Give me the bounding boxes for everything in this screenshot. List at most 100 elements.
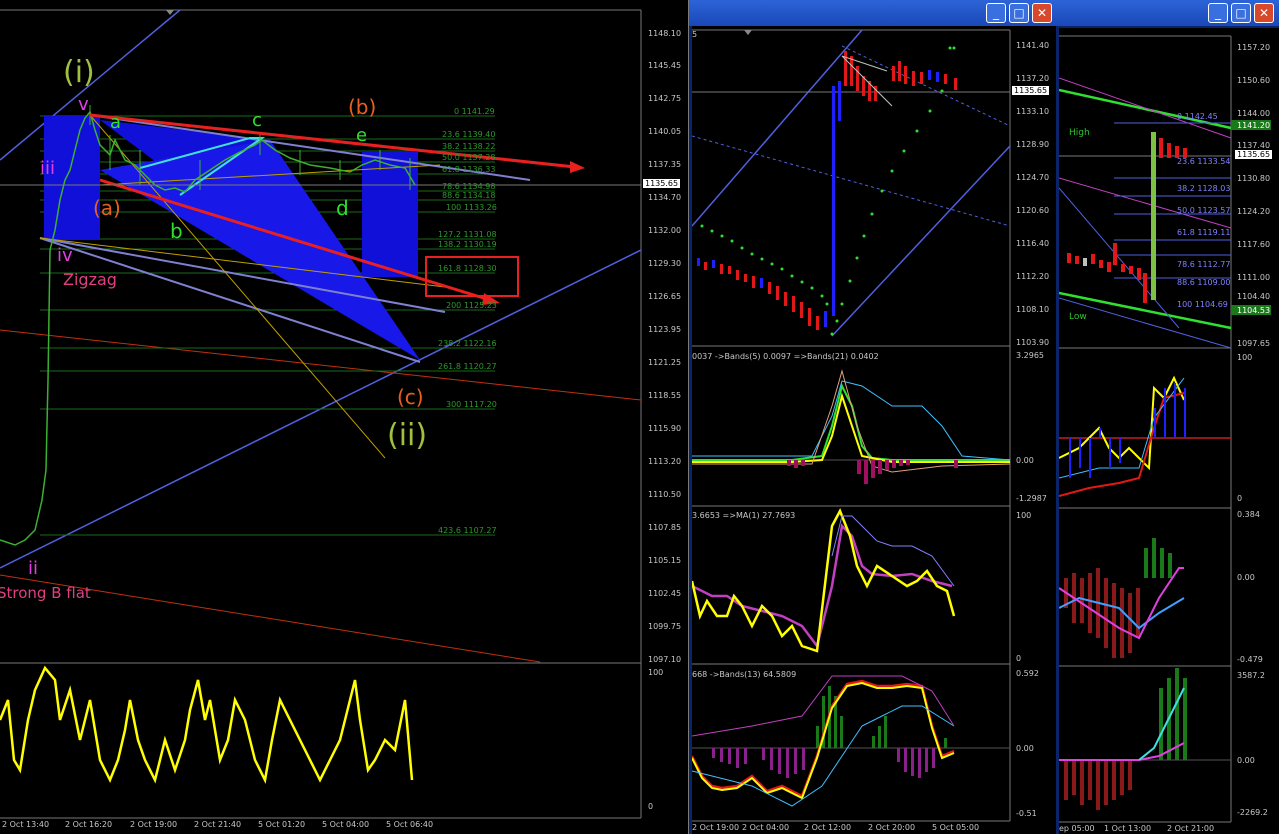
wave-label-b: b (170, 219, 183, 243)
main-price-tick: 1121.25 (648, 358, 682, 367)
right-price-tick: 1117.60 (1237, 240, 1271, 249)
main-price-tick: 1148.10 (648, 29, 682, 38)
middle-price-tick: 1116.40 (1016, 239, 1050, 248)
right-sub3-tick: 0.00 (1237, 756, 1255, 765)
right-fib-label: 78.6 1112.77 (1177, 260, 1231, 269)
main-chart-canvas[interactable] (0, 0, 688, 834)
fib-label: 78.6 1134.98 (442, 182, 496, 191)
middle-time-tick: 2 Oct 20:00 (868, 823, 916, 832)
wave-label-ii-paren: (ii) (387, 418, 428, 453)
middle-titlebar[interactable]: _ □ ✕ (689, 0, 1059, 26)
osc-tick: 100 (648, 668, 664, 677)
fib-label: 127.2 1131.08 (438, 230, 497, 239)
middle-sub3-tick: -0.51 (1016, 809, 1037, 818)
right-fib-label: 88.6 1109.00 (1177, 278, 1231, 287)
middle-price-tick: 1133.10 (1016, 107, 1050, 116)
right-chart-window[interactable]: _ □ ✕ High Low 0 1142.45 23.6 1133.54 38… (1059, 0, 1279, 834)
time-tick: 5 Oct 06:40 (386, 820, 434, 829)
main-price-tick: 1132.00 (648, 226, 682, 235)
main-price-tick: 1123.95 (648, 325, 682, 334)
wave-label-e: e (356, 125, 368, 146)
right-time-tick: ep 05:00 (1059, 824, 1095, 833)
main-price-tick: 1097.10 (648, 655, 682, 664)
middle-price-tick: 1108.10 (1016, 305, 1050, 314)
wave-label-zigzag: Zigzag (63, 270, 117, 289)
middle-chart-canvas[interactable] (692, 26, 1056, 834)
fib-label: 61.8 1136.33 (442, 165, 496, 174)
fib-label: 261.8 1120.27 (438, 362, 497, 371)
right-fib-label: 0 1142.45 (1177, 112, 1218, 121)
middle-price-tick: 1128.90 (1016, 140, 1050, 149)
middle-sub3-title: 668 ->Bands(13) 64.5809 (692, 670, 797, 679)
close-button[interactable]: ✕ (1032, 3, 1052, 23)
right-sub1-tick: 0 (1237, 494, 1243, 503)
wave-label-iv: iv (57, 245, 73, 266)
middle-chart-window[interactable]: _ □ ✕ 5 1141.40 1137.20 1133.10 1128.90 … (689, 0, 1059, 834)
right-time-tick: 2 Oct 21:00 (1167, 824, 1215, 833)
wave-label-a-paren: (a) (93, 196, 121, 220)
time-tick: 5 Oct 04:00 (322, 820, 370, 829)
wave-label-iii: iii (40, 158, 56, 179)
wave-label-v: v (78, 94, 89, 115)
right-high-label: High (1069, 128, 1090, 138)
right-price-tick: 1150.60 (1237, 76, 1271, 85)
right-price-tick: 1111.00 (1237, 273, 1271, 282)
middle-price-tick: 1112.20 (1016, 272, 1050, 281)
middle-sub1-title: 0037 ->Bands(5) 0.0097 =>Bands(21) 0.040… (692, 352, 879, 361)
close-button[interactable]: ✕ (1254, 3, 1274, 23)
middle-sub2-title: 3.6653 =>MA(1) 27.7693 (692, 511, 796, 520)
middle-sub1-tick: 3.2965 (1016, 351, 1044, 360)
right-price-tick: 1124.20 (1237, 207, 1271, 216)
fib-label: 0 1141.29 (454, 107, 495, 116)
wave-label-b-paren: (b) (348, 95, 377, 119)
main-price-tick: 1113.20 (648, 457, 682, 466)
main-chart-window[interactable]: 1148.10 1145.45 1142.75 1140.05 1137.35 … (0, 0, 690, 834)
fib-label: 300 1117.20 (446, 400, 497, 409)
middle-price-tick: 1124.70 (1016, 173, 1050, 182)
right-fib-label: 50.0 1123.57 (1177, 206, 1231, 215)
main-price-tick: 1145.45 (648, 61, 682, 70)
right-sub1-tick: 100 (1237, 353, 1253, 362)
right-price-tick: 1130.80 (1237, 174, 1271, 183)
main-price-tick: 1102.45 (648, 589, 682, 598)
main-price-tick: 1105.15 (648, 556, 682, 565)
middle-current-price: 1135.65 (1012, 86, 1050, 95)
oscillator-line (0, 665, 414, 784)
right-fib-label: 100 1104.69 (1177, 300, 1228, 309)
right-fib-label: 23.6 1133.54 (1177, 157, 1231, 166)
time-tick: 2 Oct 13:40 (2, 820, 50, 829)
osc-tick: 0 (648, 802, 654, 811)
middle-sub3-tick: 0.00 (1016, 744, 1034, 753)
minimize-button[interactable]: _ (1208, 3, 1228, 23)
fib-label: 100 1133.26 (446, 203, 497, 212)
wave-label-ii: ii (28, 558, 39, 579)
wave-label-d: d (336, 196, 349, 220)
right-time-tick: 1 Oct 13:00 (1104, 824, 1152, 833)
time-tick: 2 Oct 21:40 (194, 820, 242, 829)
main-price-tick: 1142.75 (648, 94, 682, 103)
right-sub3-tick: -2269.2 (1237, 808, 1268, 817)
maximize-button[interactable]: □ (1009, 3, 1029, 23)
right-high-tag: 1141.20 (1237, 121, 1271, 130)
fib-label: 423.6 1107.27 (438, 526, 497, 535)
fib-label: 161.8 1128.30 (438, 264, 497, 273)
minimize-button[interactable]: _ (986, 3, 1006, 23)
right-price-tick: 1137.40 (1237, 141, 1271, 150)
right-price-tick: 1097.65 (1237, 339, 1271, 348)
fib-label: 138.2 1130.19 (438, 240, 497, 249)
main-price-tick: 1126.65 (648, 292, 682, 301)
middle-sub1-tick: -1.2987 (1016, 494, 1047, 503)
middle-price-tick: 1137.20 (1016, 74, 1050, 83)
fib-label: 88.6 1134.18 (442, 191, 496, 200)
target-box (425, 256, 519, 297)
middle-price-tick: 1103.90 (1016, 338, 1050, 347)
main-price-tick: 1129.30 (648, 259, 682, 268)
middle-price-tick: 1141.40 (1016, 41, 1050, 50)
right-titlebar[interactable]: _ □ ✕ (1059, 0, 1279, 26)
middle-sub1-tick: 0.00 (1016, 456, 1034, 465)
right-price-tick: 1157.20 (1237, 43, 1271, 52)
maximize-button[interactable]: □ (1231, 3, 1251, 23)
right-low-label: Low (1069, 312, 1087, 322)
right-sub2-tick: 0.00 (1237, 573, 1255, 582)
main-price-tick: 1110.50 (648, 490, 682, 499)
